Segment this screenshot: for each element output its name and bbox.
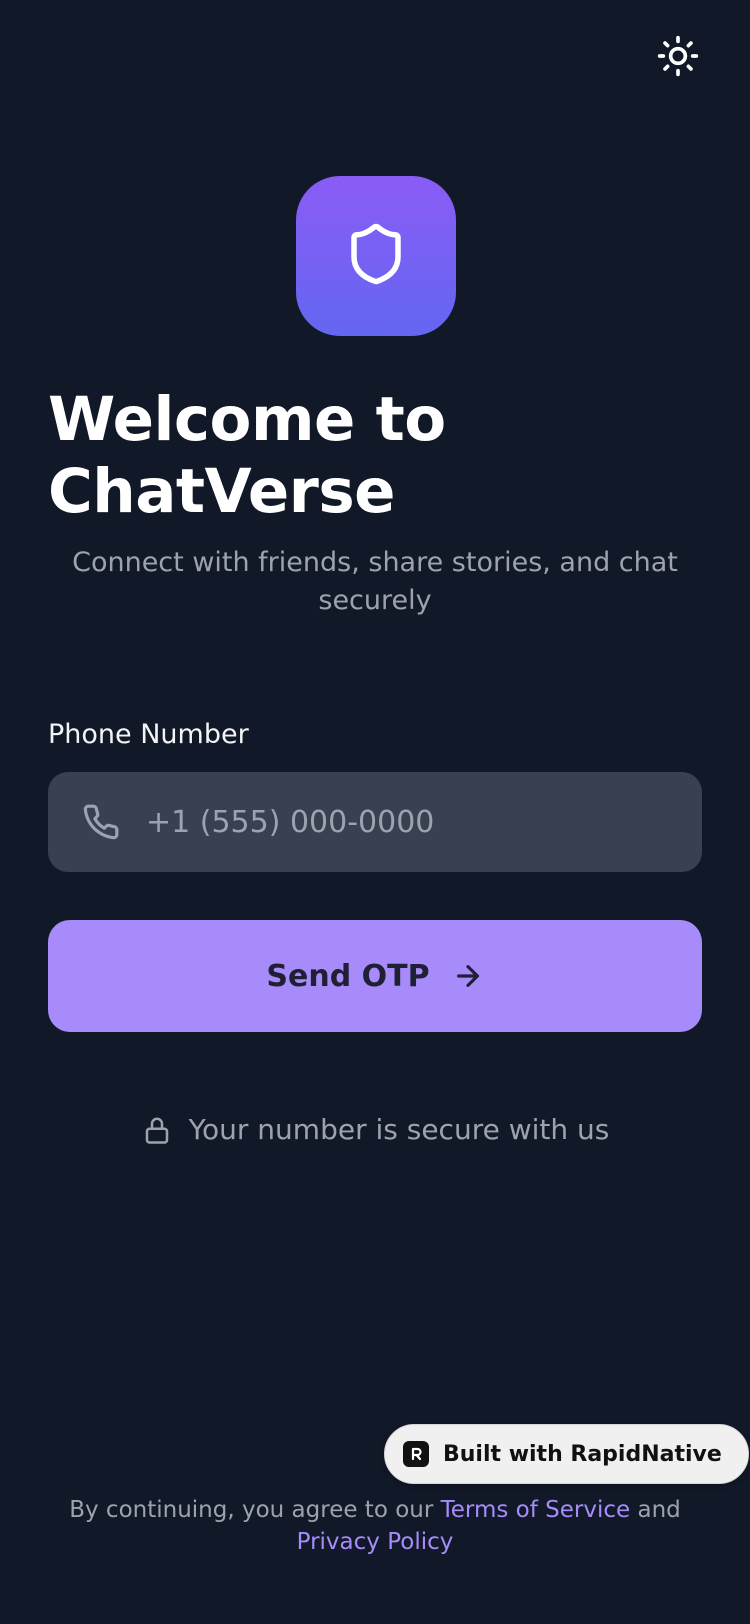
built-with-badge[interactable]: Built with RapidNative [384,1424,749,1484]
title-line-1: Welcome to [48,384,446,455]
terms-of-service-link[interactable]: Terms of Service [441,1497,631,1523]
security-text: Your number is secure with us [188,1113,610,1146]
badge-text: Built with RapidNative [443,1441,722,1467]
page-title: Welcome to ChatVerse [48,384,648,528]
app-logo [296,176,456,336]
legal-prefix: By continuing, you agree to our [69,1497,441,1523]
send-otp-label: Send OTP [266,958,430,994]
sun-icon [656,34,700,82]
theme-toggle-button[interactable] [652,32,704,84]
legal-conjunction: and [630,1497,681,1523]
privacy-policy-link[interactable]: Privacy Policy [297,1529,454,1555]
phone-number-field[interactable] [48,772,702,872]
title-line-2: ChatVerse [48,456,396,527]
phone-number-input[interactable] [144,791,702,853]
page-subtitle: Connect with friends, share stories, and… [72,547,678,616]
lock-icon [141,1114,173,1146]
security-note: Your number is secure with us [0,1110,750,1150]
send-otp-button[interactable]: Send OTP [48,920,702,1032]
phone-icon [82,803,120,841]
arrow-right-icon [452,960,484,992]
phone-number-label: Phone Number [48,719,249,750]
rapidnative-logo-icon [403,1441,429,1467]
legal-notice: By continuing, you agree to our Terms of… [24,1494,726,1558]
shield-icon [343,216,409,296]
